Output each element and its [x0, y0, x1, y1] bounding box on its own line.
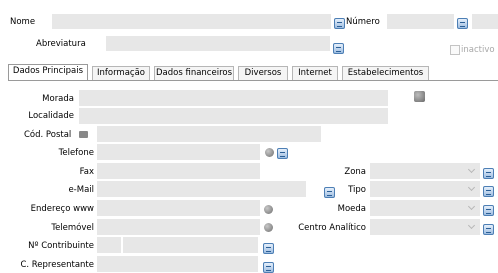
tab-diversos[interactable]: Diversos	[238, 66, 288, 80]
telemovel-input[interactable]	[97, 219, 260, 235]
moeda-label: Moeda	[337, 204, 366, 214]
nome-input[interactable]	[52, 14, 331, 29]
tab-dados-principais[interactable]: Dados Principais	[8, 64, 88, 81]
tipo-select[interactable]	[370, 181, 480, 197]
nome-label: Nome	[10, 17, 36, 27]
centro-analitico-select[interactable]	[370, 219, 480, 235]
telefone-label: Telefone	[58, 148, 94, 158]
cod-postal-icon[interactable]	[79, 131, 88, 138]
numero-input[interactable]	[387, 14, 454, 29]
moeda-lookup-icon[interactable]	[483, 205, 494, 216]
c-representante-lookup-icon[interactable]	[263, 262, 274, 273]
abreviatura-lookup-icon[interactable]	[333, 43, 344, 54]
moeda-select[interactable]	[370, 200, 480, 216]
zona-lookup-icon[interactable]	[483, 168, 494, 179]
centro-analitico-lookup-icon[interactable]	[483, 224, 494, 235]
nome-lookup-icon[interactable]	[334, 18, 345, 29]
telemovel-dial-icon[interactable]	[264, 223, 273, 232]
cod-postal-input[interactable]	[97, 126, 321, 142]
tab-label: Internet	[298, 68, 332, 78]
endereco-www-label: Endereço www	[30, 204, 94, 214]
abreviatura-label: Abreviatura	[36, 39, 86, 49]
tab-label: Dados Principais	[12, 66, 84, 76]
tipo-lookup-icon[interactable]	[483, 186, 494, 197]
tab-internet[interactable]: Internet	[292, 66, 338, 80]
localidade-label: Localidade	[28, 111, 74, 121]
inactivo-checkbox[interactable]	[450, 45, 460, 55]
cod-postal-label: Cód. Postal	[24, 130, 72, 140]
tab-dados-financeiros[interactable]: Dados financeiros	[154, 66, 234, 80]
abreviatura-input[interactable]	[106, 36, 330, 51]
telefone-input[interactable]	[97, 144, 260, 160]
inactivo-label: inactivo	[461, 45, 495, 55]
n-contribuinte-label: Nº Contribuinte	[28, 241, 94, 251]
www-open-icon[interactable]	[264, 205, 273, 214]
telemovel-label: Telemóvel	[51, 223, 94, 233]
email-label: e-Mail	[68, 185, 94, 195]
tab-estabelecimentos[interactable]: Estabelecimentos	[342, 66, 429, 80]
tab-label: Informação	[96, 68, 145, 78]
c-representante-input[interactable]	[97, 256, 258, 272]
morada-input[interactable]	[79, 90, 388, 106]
n-contribuinte-input[interactable]	[123, 237, 258, 253]
tipo-label: Tipo	[348, 185, 366, 195]
zona-label: Zona	[344, 167, 366, 177]
tab-panel-border	[8, 80, 498, 81]
chevron-down-icon	[466, 164, 478, 177]
tab-informacao[interactable]: Informação	[92, 66, 150, 80]
tab-label: Dados financeiros	[155, 68, 233, 78]
n-contribuinte-lookup-icon[interactable]	[263, 243, 274, 254]
centro-analitico-label: Centro Analítico	[298, 223, 366, 233]
chevron-down-icon	[466, 220, 478, 233]
email-input[interactable]	[97, 181, 306, 197]
tab-label: Estabelecimentos	[347, 68, 424, 78]
morada-label: Morada	[42, 94, 74, 104]
c-representante-label: C. Representante	[20, 260, 94, 270]
numero-extra-input[interactable]	[472, 14, 498, 29]
chevron-down-icon	[466, 201, 478, 214]
numero-lookup-icon[interactable]	[457, 18, 468, 29]
fax-input[interactable]	[97, 163, 260, 179]
morada-action-icon[interactable]	[414, 91, 425, 102]
localidade-input[interactable]	[79, 108, 388, 124]
tab-label: Diversos	[244, 68, 282, 78]
telefone-dial-icon[interactable]	[265, 148, 274, 157]
n-contribuinte-prefix-input[interactable]	[97, 237, 121, 253]
numero-label: Número	[346, 17, 380, 27]
fax-label: Fax	[79, 167, 94, 177]
zona-select[interactable]	[370, 163, 480, 179]
telefone-lookup-icon[interactable]	[277, 148, 288, 159]
chevron-down-icon	[466, 182, 478, 195]
endereco-www-input[interactable]	[97, 200, 260, 216]
